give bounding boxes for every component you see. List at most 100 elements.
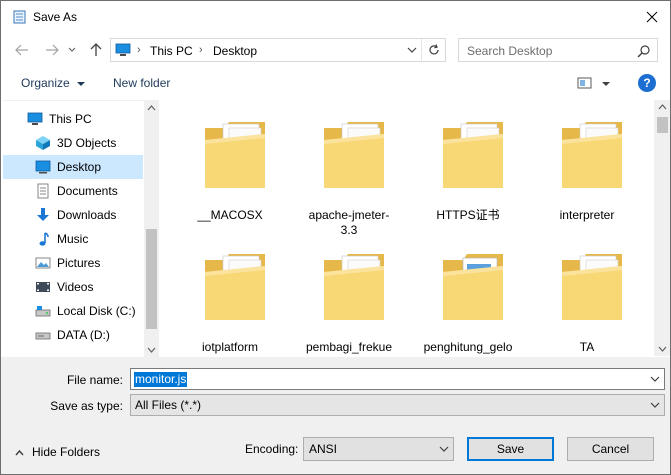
- back-arrow-icon: [15, 44, 28, 56]
- window-title: Save As: [33, 10, 78, 24]
- folder-item[interactable]: penghitung_gelombang: [413, 236, 523, 356]
- folder-icon: [203, 248, 267, 322]
- sidebar-item-label: Local Disk (C:): [57, 304, 136, 318]
- breadcrumb-this-pc[interactable]: This PC: [150, 44, 193, 58]
- scroll-up-icon[interactable]: [658, 104, 667, 110]
- file-scroll-thumb[interactable]: [657, 117, 668, 133]
- save-form: File name: monitor.js Save as type: All …: [1, 357, 670, 474]
- videos-icon: [35, 279, 51, 295]
- help-button[interactable]: ?: [638, 74, 656, 92]
- folder-label: interpreter: [559, 208, 615, 222]
- pc-icon: [27, 111, 43, 127]
- filename-label: File name:: [66, 373, 123, 387]
- sidebar-item-local-disk-c[interactable]: Local Disk (C:): [3, 299, 143, 323]
- folder-item[interactable]: apache-jmeter-3.3: [294, 104, 404, 237]
- refresh-icon: [428, 44, 439, 55]
- chevron-down-icon: [439, 446, 449, 452]
- sidebar-item-this-pc[interactable]: This PC: [3, 107, 143, 131]
- pictures-icon: [35, 255, 51, 271]
- sidebar-item-downloads[interactable]: Downloads: [3, 203, 143, 227]
- folder-item[interactable]: TA: [532, 236, 642, 356]
- music-icon: [35, 231, 51, 247]
- folder-icon: [560, 116, 624, 190]
- sidebar-item-desktop[interactable]: Desktop: [3, 155, 143, 179]
- scroll-up-icon[interactable]: [147, 105, 156, 111]
- command-toolbar: Organize New folder ?: [1, 69, 670, 99]
- view-options-button[interactable]: [576, 74, 616, 94]
- notepad-icon: [13, 10, 26, 24]
- search-placeholder: Search Desktop: [467, 44, 553, 58]
- hide-folders-label: Hide Folders: [32, 445, 101, 459]
- save-as-dialog: Save As › This PC › Desktop Search Deskt…: [0, 0, 671, 475]
- new-folder-button[interactable]: New folder: [113, 76, 170, 90]
- sidebar-item-label: DATA (D:): [57, 328, 110, 342]
- folder-label: apache-jmeter-3.3: [308, 208, 390, 237]
- folder-label: HTTPS证书: [436, 208, 500, 222]
- search-box[interactable]: Search Desktop: [458, 38, 658, 62]
- filename-field[interactable]: monitor.js: [130, 368, 665, 390]
- sidebar-item-3d-objects[interactable]: 3D Objects: [3, 131, 143, 155]
- scroll-down-icon[interactable]: [147, 347, 156, 353]
- sidebar-item-label: Downloads: [57, 208, 117, 222]
- breadcrumb-desktop[interactable]: Desktop: [213, 44, 257, 58]
- data-drive-icon: [35, 327, 51, 343]
- cancel-button[interactable]: Cancel: [567, 437, 654, 461]
- chevron-up-icon: [15, 449, 24, 456]
- chevron-down-icon[interactable]: [650, 374, 660, 384]
- recent-locations-button[interactable]: [65, 39, 79, 61]
- folder-item[interactable]: interpreter: [532, 104, 642, 224]
- organize-button[interactable]: Organize: [21, 76, 86, 90]
- sidebar-item-label: Music: [57, 232, 89, 246]
- pc-icon: [115, 43, 131, 56]
- search-icon: [637, 45, 650, 58]
- hide-folders-button[interactable]: Hide Folders: [15, 445, 100, 459]
- folder-icon: [441, 116, 505, 190]
- refresh-button[interactable]: [421, 39, 445, 61]
- folder-item[interactable]: __MACOSX: [175, 104, 285, 224]
- forward-button[interactable]: [41, 39, 63, 61]
- sidebar-item-documents[interactable]: Documents: [3, 179, 143, 203]
- up-arrow-icon: [90, 43, 102, 56]
- sidebar-item-videos[interactable]: Videos: [3, 275, 143, 299]
- close-button[interactable]: [640, 5, 664, 29]
- sidebar-item-label: This PC: [49, 112, 92, 126]
- up-button[interactable]: [85, 39, 107, 61]
- folder-item[interactable]: HTTPS证书: [413, 104, 523, 224]
- sidebar-item-label: Desktop: [57, 160, 102, 174]
- save-button[interactable]: Save: [467, 437, 554, 461]
- file-list-scrollbar[interactable]: [654, 100, 670, 356]
- nav-pane-scrollbar[interactable]: [144, 101, 159, 357]
- documents-icon: [35, 183, 51, 199]
- folder-item[interactable]: iotplatform: [175, 236, 285, 356]
- nav-scroll-thumb[interactable]: [146, 229, 157, 329]
- close-icon: [646, 11, 658, 23]
- encoding-value: ANSI: [309, 442, 338, 456]
- local-disk-icon: [35, 303, 51, 319]
- sidebar-item-music[interactable]: Music: [3, 227, 143, 251]
- chevron-down-icon: [650, 402, 660, 408]
- sidebar-item-pictures[interactable]: Pictures: [3, 251, 143, 275]
- back-button[interactable]: [11, 39, 33, 61]
- encoding-select[interactable]: ANSI: [303, 437, 454, 461]
- forward-arrow-icon: [46, 44, 59, 56]
- folder-label: __MACOSX: [197, 208, 263, 222]
- address-bar[interactable]: › This PC › Desktop: [110, 38, 446, 62]
- scroll-down-icon[interactable]: [658, 346, 667, 352]
- title-bar: Save As: [1, 1, 670, 33]
- sidebar-item-data-d[interactable]: DATA (D:): [3, 323, 143, 347]
- chevron-down-icon: [77, 82, 86, 86]
- chevron-down-icon: [68, 47, 76, 52]
- savetype-label: Save as type:: [50, 399, 123, 413]
- savetype-select[interactable]: All Files (*.*): [130, 394, 665, 416]
- folder-item[interactable]: pembagi_frekuensi: [294, 236, 404, 356]
- folder-icon: [322, 248, 386, 322]
- chevron-down-icon[interactable]: [405, 43, 419, 57]
- navigation-row: › This PC › Desktop Search Desktop: [1, 35, 670, 65]
- filename-value[interactable]: monitor.js: [134, 372, 188, 387]
- downloads-icon: [35, 207, 51, 223]
- file-list: __MACOSX apache-jmeter-3.3 HTTPS证书 interpre…: [161, 100, 654, 356]
- chevron-right-icon: ›: [137, 44, 141, 56]
- desktop-icon: [35, 159, 51, 175]
- folder-label: penghitung_gelombang: [423, 340, 513, 356]
- folder-icon: [441, 248, 505, 322]
